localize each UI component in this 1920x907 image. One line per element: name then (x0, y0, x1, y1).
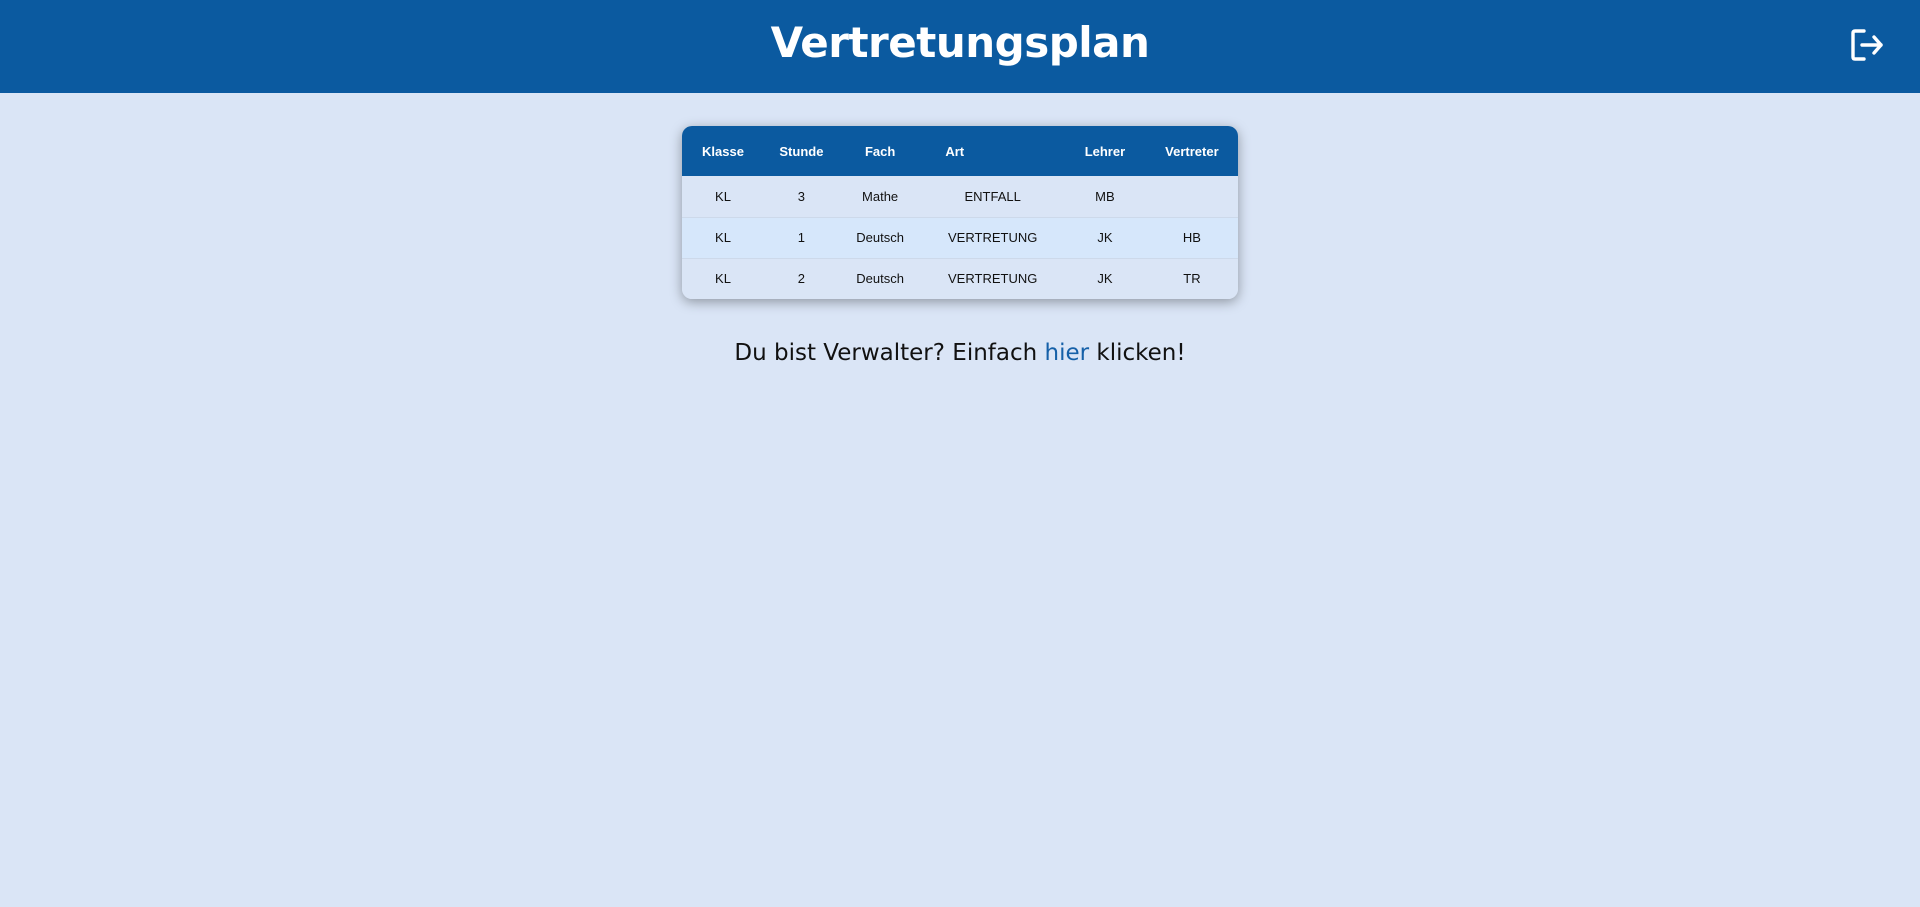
column-header-stunde: Stunde (779, 143, 824, 159)
cell-fach: Mathe (862, 188, 899, 204)
table-row: KL 1 Deutsch VERTRETUNG JK HB (682, 216, 1238, 258)
cell-art: VERTRETUNG (921, 257, 1064, 299)
cell-stunde: 1 (763, 216, 839, 258)
logout-icon (1851, 29, 1883, 61)
table-header-row: Klasse Stunde Fach Art Lehrer Vertreter (682, 126, 1238, 176)
cell-lehrer: JK (1064, 257, 1146, 299)
admin-link[interactable]: hier (1045, 340, 1090, 366)
cell-vertreter: HB (1145, 216, 1238, 258)
column-header-lehrer: Lehrer (1084, 143, 1126, 159)
substitution-table-card: Klasse Stunde Fach Art Lehrer Vertreter … (682, 126, 1238, 299)
cell-fach: Deutsch (838, 257, 922, 299)
admin-prompt-prefix: Du bist Verwalter? Einfach (734, 340, 1045, 366)
cell-vertreter: TR (1145, 257, 1238, 299)
admin-prompt: Du bist Verwalter? Einfach hier klicken! (0, 340, 1920, 366)
cell-stunde: 2 (763, 257, 839, 299)
column-header-klasse: Klasse (702, 143, 744, 159)
column-header-art: Art (945, 143, 965, 159)
cell-stunde: 3 (797, 188, 806, 204)
page-title: Vertretungsplan (770, 18, 1150, 67)
table-row: KL 3 Mathe ENTFALL MB (682, 176, 1238, 217)
cell-klasse: KL (682, 216, 764, 258)
cell-art: VERTRETUNG (921, 216, 1064, 258)
cell-klasse: KL (715, 188, 731, 204)
substitution-table: Klasse Stunde Fach Art Lehrer Vertreter … (682, 126, 1238, 299)
cell-lehrer: MB (1095, 188, 1115, 204)
top-bar: Vertretungsplan (0, 0, 1920, 93)
cell-vertreter (1146, 176, 1238, 217)
admin-prompt-suffix: klicken! (1089, 340, 1186, 366)
column-header-vertreter: Vertreter (1165, 143, 1219, 159)
column-header-fach: Fach (864, 143, 896, 159)
cell-klasse: KL (682, 257, 764, 299)
table-row: KL 2 Deutsch VERTRETUNG JK TR (682, 257, 1238, 299)
cell-art: ENTFALL (964, 188, 1021, 204)
cell-fach: Deutsch (838, 216, 922, 258)
logout-button[interactable] (1848, 26, 1886, 64)
cell-lehrer: JK (1064, 216, 1146, 258)
